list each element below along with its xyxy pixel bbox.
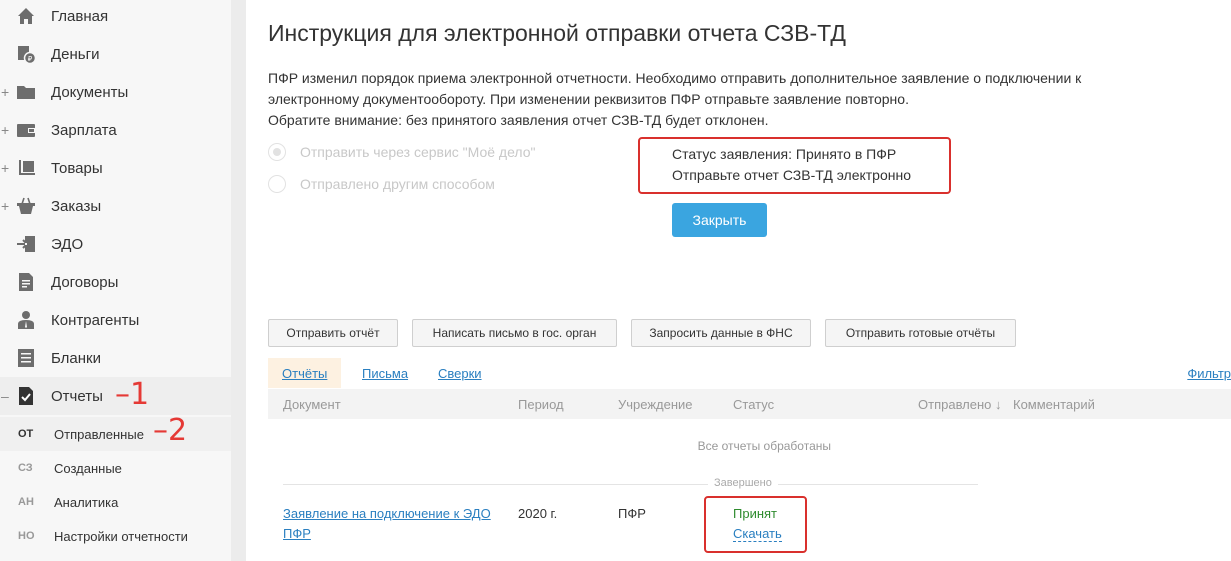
wallet-icon <box>16 120 36 140</box>
sidebar-item-label: Бланки <box>51 349 101 367</box>
sidebar-subitem-sent[interactable]: ОТ Отправленные <box>0 417 231 451</box>
sidebar-item-label: Договоры <box>51 273 119 291</box>
instruction-line: электронному документообороту. При измен… <box>268 91 909 107</box>
subitem-label: Аналитика <box>54 494 119 510</box>
expand-icon[interactable]: + <box>1 85 11 99</box>
sidebar-item-contracts[interactable]: Договоры <box>0 263 231 301</box>
radio-send-via-service[interactable]: Отправить через сервис "Моё дело" <box>268 143 536 161</box>
instruction-line: ПФР изменил порядок приема электронной о… <box>268 70 1082 86</box>
status-accepted: Принят <box>733 506 778 521</box>
send-report-button[interactable]: Отправить отчёт <box>268 319 398 347</box>
column-header-institution[interactable]: Учреждение <box>618 389 693 419</box>
sidebar-item-contractors[interactable]: Контрагенты <box>0 301 231 339</box>
instruction-line: Обратите внимание: без принятого заявлен… <box>268 112 769 128</box>
filter-link[interactable]: Фильтр <box>1187 358 1231 388</box>
sidebar-item-documents[interactable]: + Документы <box>0 73 231 111</box>
tab-letters[interactable]: Письма <box>362 358 408 388</box>
table-header: Документ Период Учреждение Статус Отправ… <box>268 389 1231 419</box>
report-check-icon <box>16 386 36 406</box>
subitem-label: Отправленные <box>54 426 144 442</box>
group-separator <box>283 484 978 485</box>
page-title: Инструкция для электронной отправки отче… <box>268 20 846 46</box>
annotation-2: –2 <box>153 413 188 448</box>
sidebar-item-money[interactable]: ₽ Деньги <box>0 35 231 73</box>
folder-icon <box>16 82 36 102</box>
column-header-period[interactable]: Период <box>518 389 564 419</box>
sidebar-item-label: Заказы <box>51 197 102 215</box>
collapse-icon[interactable]: – <box>1 389 11 403</box>
status-line: Отправьте отчет СЗВ-ТД электронно <box>672 167 912 183</box>
edo-icon <box>16 234 36 254</box>
column-header-status[interactable]: Статус <box>733 389 774 419</box>
all-reports-processed-text: Все отчеты обработаны <box>697 439 831 453</box>
subitem-label: Настройки отчетности <box>54 528 188 544</box>
expand-icon[interactable]: + <box>1 161 11 175</box>
sidebar-item-forms[interactable]: Бланки <box>0 339 231 377</box>
sidebar-item-edo[interactable]: ЭДО <box>0 225 231 263</box>
document-cell: Заявление на подключение к ЭДО ПФР <box>283 504 503 544</box>
contract-icon <box>16 272 36 292</box>
subitem-abbr: АН <box>18 496 34 508</box>
sidebar-divider <box>231 0 246 561</box>
group-label-completed: Завершено <box>708 477 778 489</box>
expand-icon[interactable]: + <box>1 123 11 137</box>
contractor-icon <box>16 310 36 330</box>
radio-sent-other-way[interactable]: Отправлено другим способом <box>268 175 495 193</box>
basket-icon <box>16 196 36 216</box>
radio-button[interactable] <box>268 175 286 193</box>
sidebar-item-label: Деньги <box>51 45 100 63</box>
instruction-text: ПФР изменил порядок приема электронной о… <box>268 68 1188 131</box>
close-button[interactable]: Закрыть <box>672 203 767 237</box>
cart-icon <box>16 158 36 178</box>
subitem-label: Созданные <box>54 460 122 476</box>
sidebar: Главная ₽ Деньги + Документы + Зарплата … <box>0 0 231 561</box>
status-cell: Принят Скачать <box>733 504 782 544</box>
expand-icon[interactable]: + <box>1 199 11 213</box>
sidebar-item-label: Документы <box>51 83 129 101</box>
request-fns-data-button[interactable]: Запросить данные в ФНС <box>631 319 811 347</box>
sidebar-item-orders[interactable]: + Заказы <box>0 187 231 225</box>
sidebar-item-label: Зарплата <box>51 121 117 139</box>
svg-text:₽: ₽ <box>28 55 33 63</box>
sidebar-item-goods[interactable]: + Товары <box>0 149 231 187</box>
sidebar-subitem-analytics[interactable]: АН Аналитика <box>0 485 231 519</box>
home-icon <box>16 6 36 26</box>
radio-label: Отправлено другим способом <box>300 176 495 192</box>
main-content: Инструкция для электронной отправки отче… <box>268 0 1231 561</box>
document-link[interactable]: Заявление на подключение к ЭДО <box>283 506 491 521</box>
sidebar-item-label: Главная <box>51 7 109 25</box>
institution-cell: ПФР <box>618 506 646 521</box>
download-link[interactable]: Скачать <box>733 526 782 542</box>
tab-reconciliations[interactable]: Сверки <box>438 358 482 388</box>
sidebar-item-label: ЭДО <box>51 235 84 253</box>
subitem-abbr: СЗ <box>18 462 33 474</box>
sidebar-item-label: Отчеты <box>51 387 103 405</box>
subitem-abbr: ОТ <box>18 428 34 440</box>
radio-button[interactable] <box>268 143 286 161</box>
sidebar-item-salary[interactable]: + Зарплата <box>0 111 231 149</box>
tab-reports[interactable]: Отчёты <box>268 358 342 388</box>
radio-label: Отправить через сервис "Моё дело" <box>300 144 536 160</box>
sidebar-subitem-created[interactable]: СЗ Созданные <box>0 451 231 485</box>
document-link[interactable]: ПФР <box>283 526 311 541</box>
sidebar-item-label: Контрагенты <box>51 311 140 329</box>
money-icon: ₽ <box>16 44 36 64</box>
period-cell: 2020 г. <box>518 506 558 521</box>
sidebar-item-home[interactable]: Главная <box>0 0 231 35</box>
sidebar-subitem-settings[interactable]: НО Настройки отчетности <box>0 519 231 553</box>
write-letter-button[interactable]: Написать письмо в гос. орган <box>412 319 617 347</box>
column-header-sent[interactable]: Отправлено ↓ <box>918 389 1002 419</box>
sidebar-item-label: Товары <box>51 159 103 177</box>
column-header-document[interactable]: Документ <box>283 389 341 419</box>
annotation-1: –1 <box>115 377 150 412</box>
send-ready-reports-button[interactable]: Отправить готовые отчёты <box>825 319 1016 347</box>
application-status-box: Статус заявления: Принято в ПФР Отправьт… <box>638 137 951 194</box>
forms-icon <box>16 348 36 368</box>
column-header-comment[interactable]: Комментарий <box>1013 389 1095 419</box>
status-line: Статус заявления: Принято в ПФР <box>672 146 897 162</box>
subitem-abbr: НО <box>18 530 35 542</box>
